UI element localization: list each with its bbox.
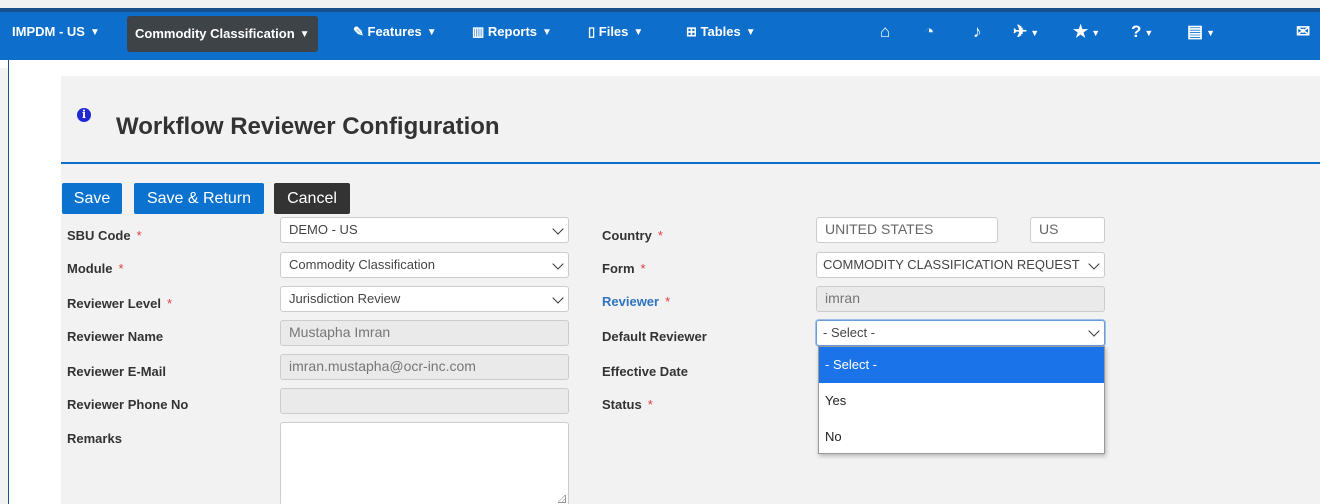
sbu-code-select[interactable]: DEMO - US	[280, 217, 569, 243]
nav-brand-label: IMPDM - US	[12, 24, 85, 39]
reviewer-level-select[interactable]: Jurisdiction Review	[280, 286, 569, 312]
nav-brand-menu[interactable]: IMPDM - US ▼	[12, 12, 100, 60]
module-label: Module *	[67, 261, 124, 276]
save-return-button[interactable]: Save & Return	[134, 183, 264, 214]
nav-tables-label: Tables	[700, 24, 741, 39]
chevron-down-icon	[552, 223, 564, 235]
form-select[interactable]: COMMODITY CLASSIFICATION REQUEST	[816, 252, 1105, 278]
reviewer-field[interactable]: imran	[816, 286, 1105, 312]
form-label: Form *	[602, 261, 646, 276]
home-icon[interactable]: ⌂	[880, 12, 890, 52]
reviewer-level-label: Reviewer Level *	[67, 296, 173, 311]
required-marker: *	[136, 228, 142, 243]
mail-icon[interactable]: ✉	[1296, 12, 1310, 52]
page-container: i Workflow Reviewer Configuration Save S…	[8, 60, 1320, 504]
reviewer-email-label: Reviewer E-Mail	[67, 364, 166, 379]
nav-module-label: Commodity Classification	[135, 26, 295, 41]
nav-files-menu[interactable]: ▯ Files ▼	[588, 12, 643, 60]
notebook-icon[interactable]: ▤ ▼	[1187, 12, 1215, 52]
page-title: Workflow Reviewer Configuration	[116, 113, 500, 140]
reviewer-phone-label: Reviewer Phone No	[67, 397, 189, 412]
country-code-field[interactable]: US	[1030, 217, 1105, 243]
required-marker: *	[665, 294, 671, 309]
nav-module-menu[interactable]: Commodity Classification ▼	[127, 16, 318, 52]
chevron-down-icon	[1088, 325, 1100, 337]
dropdown-option[interactable]: No	[819, 419, 1104, 455]
dropdown-option[interactable]: - Select -	[819, 347, 1104, 383]
nav-reports-menu[interactable]: ▥ Reports ▼	[472, 12, 552, 60]
reviewer-name-field[interactable]: Mustapha Imran	[280, 320, 569, 346]
required-marker: *	[166, 296, 173, 311]
effective-date-label: Effective Date	[602, 364, 688, 379]
table-icon: ⊞	[686, 24, 701, 39]
main-nav: IMPDM - US ▼ Commodity Classification ▼ ✎ …	[0, 8, 1320, 60]
status-label: Status *	[602, 397, 653, 412]
remarks-textarea[interactable]	[280, 422, 569, 504]
info-icon[interactable]: i	[77, 108, 91, 122]
reviewer-email-field[interactable]: imran.mustapha@ocr-inc.com	[280, 354, 569, 380]
resize-grip-icon[interactable]	[558, 495, 566, 503]
country-label: Country *	[602, 228, 663, 243]
nav-files-label: Files	[598, 24, 629, 39]
caret-down-icon: ▼	[1206, 27, 1215, 38]
caret-down-icon: ▼	[633, 26, 644, 38]
file-icon: ▯	[588, 24, 599, 39]
save-button[interactable]: Save	[62, 183, 122, 214]
caret-down-icon: ▼	[1091, 27, 1101, 38]
caret-down-icon: ▼	[542, 26, 552, 38]
caret-down-icon: ▼	[299, 28, 310, 40]
caret-down-icon: ▼	[745, 26, 756, 38]
reviewer-label-link[interactable]: Reviewer *	[602, 294, 670, 309]
title-divider	[61, 162, 1320, 164]
caret-down-icon: ▼	[1144, 27, 1154, 38]
bell-icon[interactable]: ♪	[973, 12, 982, 52]
required-marker: *	[647, 397, 653, 412]
pencil-icon: ✎	[353, 24, 368, 39]
reviewer-name-label: Reviewer Name	[67, 329, 164, 344]
required-marker: *	[118, 261, 124, 276]
chevron-down-icon	[552, 258, 564, 270]
help-icon[interactable]: ? ▼	[1131, 12, 1153, 52]
country-name-field[interactable]: UNITED STATES	[816, 217, 998, 243]
required-marker: *	[640, 261, 646, 276]
top-bar: IMPDM - US ▼ Commodity Classification ▼ ✎ …	[0, 0, 1320, 68]
caret-down-icon: ▼	[426, 26, 437, 38]
star-icon[interactable]: ★ ▼	[1073, 12, 1100, 52]
remarks-label: Remarks	[67, 431, 122, 446]
nav-features-menu[interactable]: ✎ Features ▼	[353, 12, 437, 60]
sbu-code-label: SBU Code *	[67, 228, 142, 243]
caret-down-icon: ▼	[89, 26, 100, 38]
wrench-icon[interactable]: ✈ ▼	[1013, 12, 1039, 52]
nav-features-label: Features	[367, 24, 422, 39]
nav-reports-label: Reports	[487, 24, 538, 39]
dashboard-icon[interactable]: ◔	[924, 12, 934, 52]
default-reviewer-label: Default Reviewer	[602, 329, 707, 344]
default-reviewer-select[interactable]: - Select -	[816, 320, 1105, 346]
chevron-down-icon	[552, 292, 564, 304]
caret-down-icon: ▼	[1030, 27, 1040, 38]
bar-chart-icon: ▥	[472, 24, 488, 39]
content-panel: i Workflow Reviewer Configuration Save S…	[61, 76, 1320, 504]
chevron-down-icon	[1088, 258, 1100, 270]
reviewer-phone-field[interactable]	[280, 388, 569, 414]
dropdown-option[interactable]: Yes	[819, 383, 1104, 419]
top-stripe	[0, 0, 1320, 8]
module-select[interactable]: Commodity Classification	[280, 252, 569, 278]
nav-tables-menu[interactable]: ⊞ Tables ▼	[686, 12, 756, 60]
cancel-button[interactable]: Cancel	[274, 183, 350, 214]
default-reviewer-dropdown: - Select - Yes No	[818, 346, 1105, 454]
required-marker: *	[657, 228, 663, 243]
